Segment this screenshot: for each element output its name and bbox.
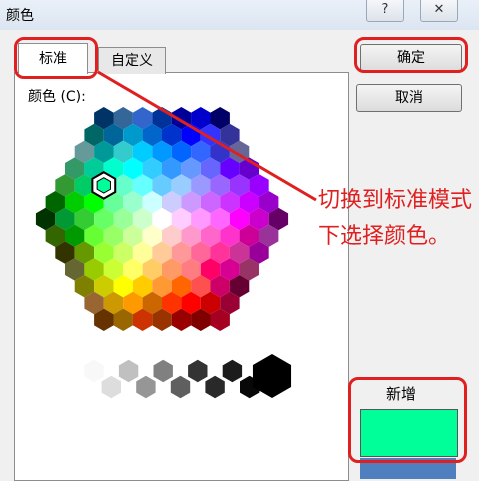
annotation-line <box>97 70 317 202</box>
tab-standard[interactable]: 标准 <box>18 43 88 74</box>
annotation-text: 切换到标准模式下选择颜色。 <box>318 188 473 249</box>
